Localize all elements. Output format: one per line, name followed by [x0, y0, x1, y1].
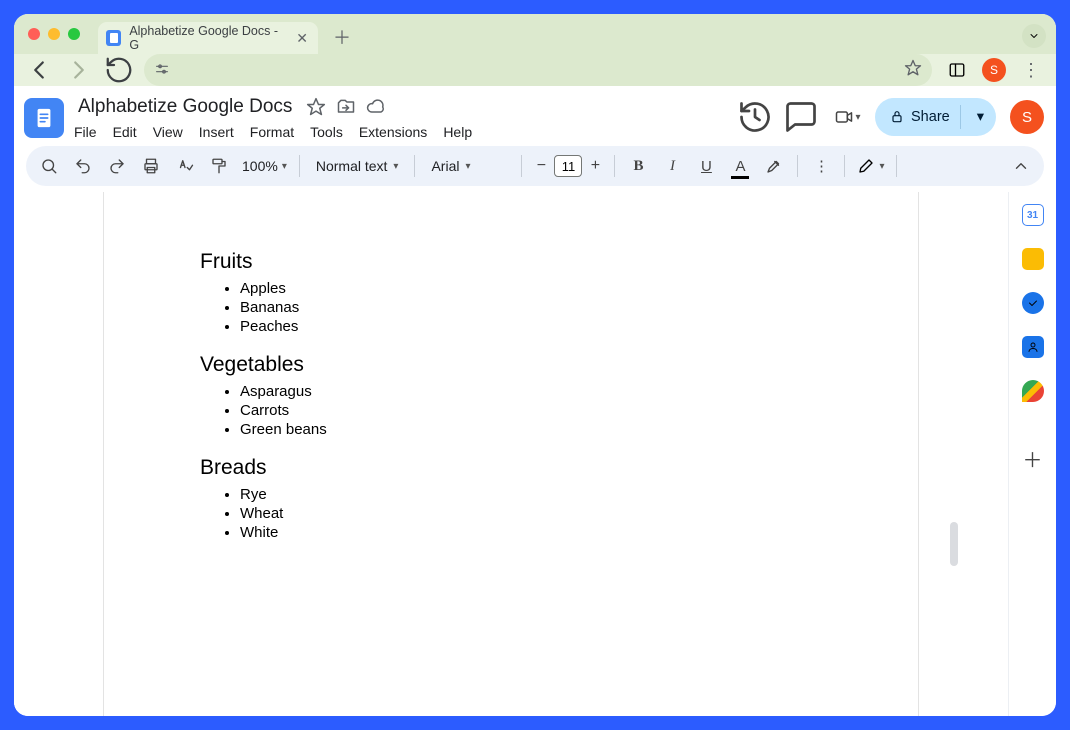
- calendar-icon[interactable]: 31: [1022, 204, 1044, 226]
- list-item[interactable]: Rye: [240, 486, 822, 503]
- maximize-window-button[interactable]: [68, 28, 80, 40]
- spellcheck-button[interactable]: [170, 151, 200, 181]
- list-item[interactable]: Apples: [240, 280, 822, 297]
- omnibox[interactable]: [144, 54, 932, 86]
- list-item[interactable]: Wheat: [240, 505, 822, 522]
- italic-button[interactable]: I: [657, 151, 687, 181]
- search-menus-button[interactable]: [34, 151, 64, 181]
- get-addons-button[interactable]: ＋: [1023, 444, 1043, 473]
- reload-button[interactable]: [104, 55, 134, 85]
- close-tab-button[interactable]: ✕: [296, 30, 308, 47]
- tasks-icon[interactable]: [1022, 292, 1044, 314]
- reader-mode-icon[interactable]: [942, 55, 972, 85]
- menu-help[interactable]: Help: [443, 124, 472, 140]
- new-tab-button[interactable]: ＋: [328, 23, 356, 51]
- print-button[interactable]: [136, 151, 166, 181]
- menu-tools[interactable]: Tools: [310, 124, 343, 140]
- text-color-button[interactable]: A: [725, 151, 755, 181]
- font-size-input[interactable]: [554, 155, 582, 177]
- section-heading[interactable]: Breads: [200, 456, 822, 480]
- move-icon[interactable]: [336, 97, 356, 117]
- underline-button[interactable]: U: [691, 151, 721, 181]
- window-controls: [28, 28, 80, 40]
- side-panel: 31 ＋: [1008, 192, 1056, 716]
- browser-menu-button[interactable]: ⋮: [1016, 55, 1046, 85]
- address-bar: S ⋮: [14, 54, 1056, 86]
- star-icon[interactable]: [306, 97, 326, 117]
- font-size-control: − +: [530, 155, 606, 177]
- maps-icon[interactable]: [1022, 380, 1044, 402]
- paragraph-style-dropdown[interactable]: Normal text▾: [308, 158, 407, 174]
- close-window-button[interactable]: [28, 28, 40, 40]
- bold-button[interactable]: B: [623, 151, 653, 181]
- paint-format-button[interactable]: [204, 151, 234, 181]
- bullet-list[interactable]: Apples Bananas Peaches: [240, 280, 822, 335]
- menu-edit[interactable]: Edit: [113, 124, 137, 140]
- list-item[interactable]: Peaches: [240, 318, 822, 335]
- zoom-dropdown[interactable]: 100%▾: [238, 158, 291, 174]
- docs-logo-icon[interactable]: [24, 98, 64, 138]
- font-family-dropdown[interactable]: Arial▾: [423, 158, 513, 174]
- document-scroll[interactable]: Fruits Apples Bananas Peaches Vegetables Aspa…: [14, 192, 1008, 716]
- share-button[interactable]: Share ▾: [875, 98, 996, 136]
- docs-header: Alphabetize Google Docs File Edit View I…: [14, 86, 1056, 140]
- profile-avatar[interactable]: S: [982, 58, 1006, 82]
- highlight-color-button[interactable]: [759, 151, 789, 181]
- canvas-area: Fruits Apples Bananas Peaches Vegetables Aspa…: [14, 192, 1056, 716]
- menu-bar: File Edit View Insert Format Tools Exten…: [74, 124, 727, 140]
- forward-button[interactable]: [64, 55, 94, 85]
- document-page[interactable]: Fruits Apples Bananas Peaches Vegetables Aspa…: [103, 192, 919, 716]
- more-tools-button[interactable]: ⋮: [806, 151, 836, 181]
- bookmark-icon[interactable]: [904, 59, 922, 82]
- site-settings-icon[interactable]: [154, 61, 170, 80]
- menu-insert[interactable]: Insert: [199, 124, 234, 140]
- menu-view[interactable]: View: [153, 124, 183, 140]
- docs-app: Alphabetize Google Docs File Edit View I…: [14, 86, 1056, 716]
- increase-font-button[interactable]: +: [584, 155, 606, 177]
- tab-strip: Alphabetize Google Docs - G ✕ ＋: [14, 14, 1056, 54]
- section-heading[interactable]: Fruits: [200, 250, 822, 274]
- list-item[interactable]: Bananas: [240, 299, 822, 316]
- share-dropdown[interactable]: ▾: [971, 109, 990, 125]
- collapse-toolbar-button[interactable]: [1006, 151, 1036, 181]
- menu-format[interactable]: Format: [250, 124, 294, 140]
- share-label: Share: [911, 109, 950, 125]
- list-item[interactable]: Green beans: [240, 421, 822, 438]
- browser-tab[interactable]: Alphabetize Google Docs - G ✕: [98, 22, 318, 54]
- meet-button[interactable]: ▾: [829, 99, 865, 135]
- cloud-status-icon[interactable]: [366, 97, 386, 117]
- editing-mode-dropdown[interactable]: ▾: [853, 157, 888, 175]
- keep-icon[interactable]: [1022, 248, 1044, 270]
- redo-button[interactable]: [102, 151, 132, 181]
- bullet-list[interactable]: Rye Wheat White: [240, 486, 822, 541]
- document-title[interactable]: Alphabetize Google Docs: [74, 94, 296, 120]
- comments-button[interactable]: [783, 99, 819, 135]
- bullet-list[interactable]: Asparagus Carrots Green beans: [240, 383, 822, 438]
- list-item[interactable]: Asparagus: [240, 383, 822, 400]
- back-button[interactable]: [24, 55, 54, 85]
- menu-file[interactable]: File: [74, 124, 97, 140]
- scrollbar-thumb[interactable]: [950, 522, 958, 566]
- docs-favicon-icon: [106, 30, 121, 46]
- history-button[interactable]: [737, 99, 773, 135]
- list-item[interactable]: Carrots: [240, 402, 822, 419]
- list-item[interactable]: White: [240, 524, 822, 541]
- decrease-font-button[interactable]: −: [530, 155, 552, 177]
- account-avatar[interactable]: S: [1010, 100, 1044, 134]
- tabs-dropdown-button[interactable]: [1022, 24, 1046, 48]
- undo-button[interactable]: [68, 151, 98, 181]
- minimize-window-button[interactable]: [48, 28, 60, 40]
- tab-title: Alphabetize Google Docs - G: [129, 24, 284, 52]
- section-heading[interactable]: Vegetables: [200, 353, 822, 377]
- menu-extensions[interactable]: Extensions: [359, 124, 427, 140]
- toolbar: 100%▾ Normal text▾ Arial▾ − + B I U A ⋮: [26, 146, 1044, 186]
- contacts-icon[interactable]: [1022, 336, 1044, 358]
- browser-window: Alphabetize Google Docs - G ✕ ＋ S ⋮ Alph…: [14, 14, 1056, 716]
